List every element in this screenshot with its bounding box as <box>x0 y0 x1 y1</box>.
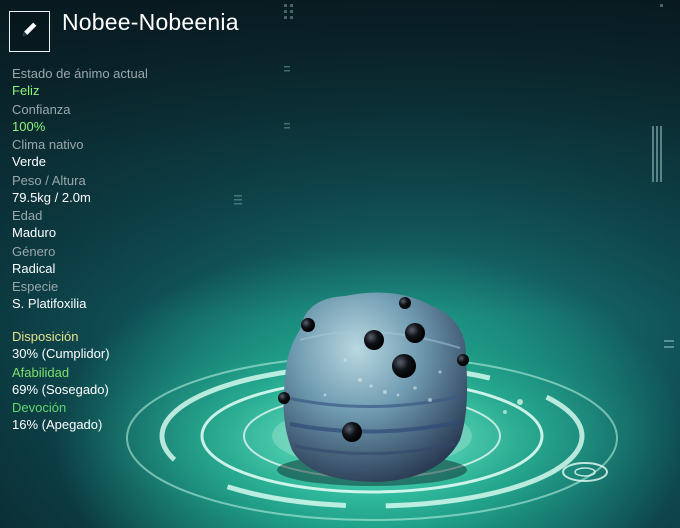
stat-value: Feliz <box>12 83 40 98</box>
trait-devotion: Devoción 16% (Apegado) <box>12 400 110 436</box>
stat-label: Clima nativo <box>12 137 84 152</box>
stat-value: Verde <box>12 154 46 169</box>
trait-label: Disposición <box>12 329 79 344</box>
rename-button[interactable] <box>9 10 50 52</box>
trait-value: 16% (Apegado) <box>12 417 103 432</box>
stat-species: Especie S. Platifoxilia <box>12 279 212 315</box>
stat-value: 79.5kg / 2.0m <box>12 189 91 205</box>
stat-mood: Estado de ánimo actual Feliz <box>12 66 212 102</box>
header: Nobee-Nobeenia <box>9 9 239 53</box>
stat-label: Confianza <box>12 101 71 117</box>
creature-model <box>277 292 469 486</box>
stat-gender: Género Radical <box>12 244 212 280</box>
stat-label: Peso / Altura <box>12 172 86 188</box>
stat-label: Género <box>12 243 56 259</box>
trait-value: 30% (Cumplidor) <box>12 346 110 361</box>
stat-label: Especie <box>12 279 59 294</box>
stat-trust: Confianza 100% <box>12 102 212 138</box>
stat-climate: Clima nativo Verde <box>12 137 212 173</box>
creature-name: Nobee-Nobeenia <box>62 9 239 35</box>
stat-value: Radical <box>12 260 56 276</box>
stat-value: Maduro <box>12 225 57 240</box>
stat-age: Edad Maduro <box>12 208 212 244</box>
stat-label: Edad <box>12 208 43 223</box>
stat-weight-height: Peso / Altura 79.5kg / 2.0m <box>12 173 212 209</box>
stat-value: S. Platifoxilia <box>12 296 87 311</box>
traits-panel: Disposición 30% (Cumplidor) Afabilidad 6… <box>12 329 110 436</box>
stats-panel: Estado de ánimo actual Feliz Confianza 1… <box>12 66 212 315</box>
trait-label: Devoción <box>12 400 67 415</box>
pencil-icon <box>20 19 40 44</box>
stat-label: Estado de ánimo actual <box>12 66 148 81</box>
trait-disposition: Disposición 30% (Cumplidor) <box>12 329 110 365</box>
trait-label: Afabilidad <box>12 364 70 380</box>
trait-value: 69% (Sosegado) <box>12 381 109 397</box>
stat-value: 100% <box>12 118 46 134</box>
trait-affability: Afabilidad 69% (Sosegado) <box>12 365 110 401</box>
